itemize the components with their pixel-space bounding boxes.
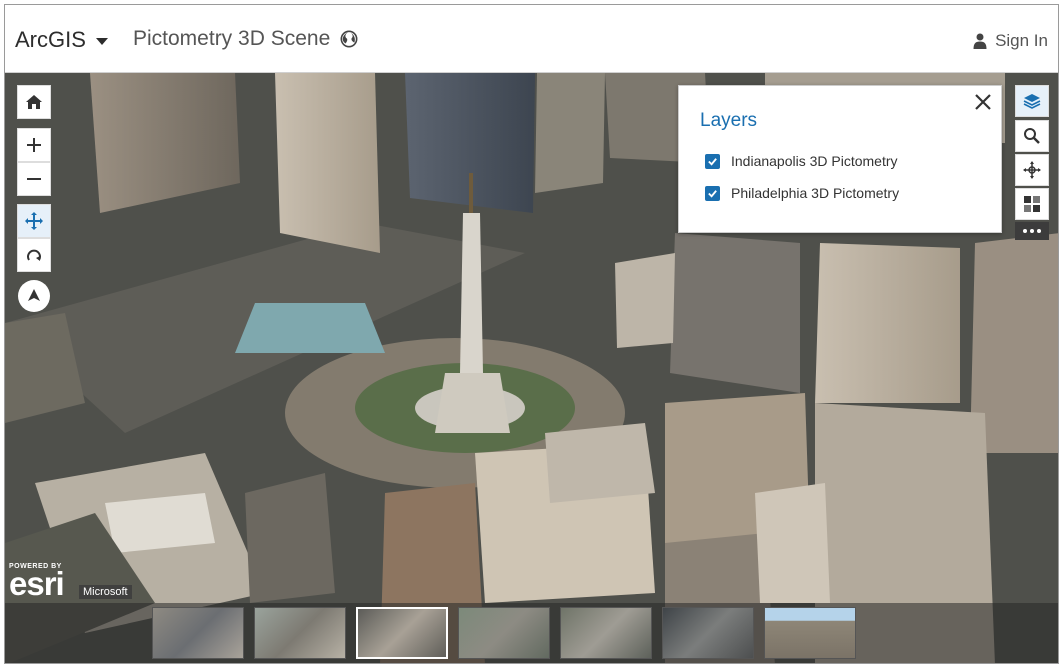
- move-button[interactable]: [1015, 154, 1049, 186]
- layers-panel: Layers Indianapolis 3D Pictometry Philad…: [678, 85, 1002, 233]
- slide-thumbnail[interactable]: [662, 607, 754, 659]
- esri-wordmark: esri: [9, 565, 65, 602]
- arcgis-menu-button[interactable]: ArcGIS: [15, 27, 108, 53]
- app-frame: ArcGIS Pictometry 3D Scene Sign In Layer…: [4, 4, 1059, 664]
- layer-checkbox[interactable]: [705, 153, 720, 169]
- scene-view[interactable]: Layers Indianapolis 3D Pictometry Philad…: [5, 73, 1058, 663]
- layer-item-indianapolis[interactable]: Indianapolis 3D Pictometry: [705, 153, 898, 169]
- pan-icon: [25, 212, 43, 230]
- chevron-down-icon: [95, 37, 108, 45]
- sign-in-button[interactable]: Sign In: [973, 31, 1048, 51]
- slides-strip: [5, 603, 1058, 663]
- basemap-gallery-button[interactable]: [1015, 188, 1049, 220]
- brand-label: ArcGIS: [15, 27, 86, 52]
- close-icon[interactable]: [971, 90, 995, 114]
- zoom-out-button[interactable]: [17, 162, 51, 196]
- slide-thumbnail[interactable]: [764, 607, 856, 659]
- zoom-in-button[interactable]: [17, 128, 51, 162]
- rotate-button[interactable]: [17, 238, 51, 272]
- layers-button[interactable]: [1015, 85, 1049, 117]
- more-tools-button[interactable]: [1015, 222, 1049, 240]
- slide-thumbnail[interactable]: [152, 607, 244, 659]
- search-icon: [1024, 128, 1040, 144]
- home-icon: [26, 95, 42, 109]
- slide-thumbnail[interactable]: [254, 607, 346, 659]
- layer-label: Indianapolis 3D Pictometry: [731, 153, 898, 169]
- checkmark-icon: [708, 157, 717, 166]
- more-icon: [1023, 229, 1027, 233]
- layers-panel-title: Layers: [700, 110, 758, 131]
- move-icon: [1023, 161, 1041, 179]
- slide-thumbnail[interactable]: [458, 607, 550, 659]
- esri-logo[interactable]: POWERED BY esri: [9, 563, 65, 602]
- compass-button[interactable]: [18, 280, 50, 312]
- scene-title-text: Pictometry 3D Scene: [133, 27, 331, 50]
- home-button[interactable]: [17, 85, 51, 119]
- zoom-in-icon: [27, 138, 41, 152]
- sign-in-label: Sign In: [995, 31, 1048, 50]
- pan-button[interactable]: [17, 204, 51, 238]
- slide-thumbnail[interactable]: [560, 607, 652, 659]
- app-header: ArcGIS Pictometry 3D Scene Sign In: [5, 5, 1058, 73]
- scene-title: Pictometry 3D Scene: [133, 27, 358, 51]
- search-button[interactable]: [1015, 120, 1049, 152]
- attribution-text[interactable]: Microsoft: [79, 585, 132, 599]
- layers-icon: [1023, 94, 1041, 109]
- more-icon-dot: [1030, 229, 1034, 233]
- slide-thumbnail-selected[interactable]: [356, 607, 448, 659]
- more-icon-dot: [1037, 229, 1041, 233]
- user-icon: [973, 33, 987, 49]
- rotate-icon: [27, 249, 41, 261]
- globe-icon[interactable]: [340, 30, 358, 48]
- layer-label: Philadelphia 3D Pictometry: [731, 185, 900, 201]
- layer-item-philadelphia[interactable]: Philadelphia 3D Pictometry: [705, 185, 899, 201]
- layer-checkbox[interactable]: [705, 185, 720, 201]
- compass-icon: [28, 289, 40, 301]
- checkmark-icon: [708, 189, 717, 198]
- zoom-out-icon: [27, 178, 41, 180]
- basemap-gallery-icon: [1024, 196, 1040, 212]
